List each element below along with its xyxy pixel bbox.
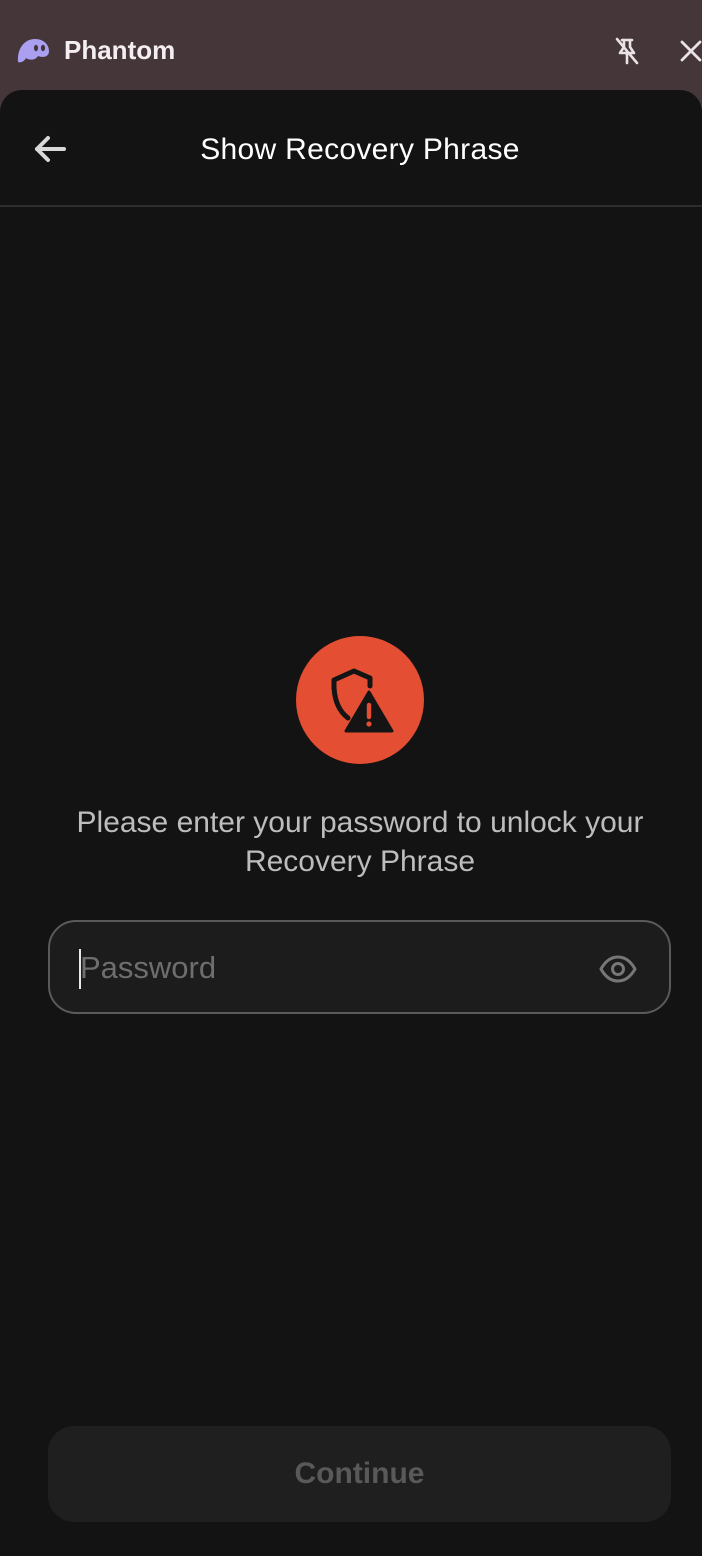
app-title: Phantom [64, 35, 176, 65]
shield-alert-icon [331, 668, 394, 733]
continue-button[interactable]: Continue [48, 1426, 671, 1522]
warning-badge [296, 636, 424, 764]
close-icon[interactable] [676, 36, 702, 66]
pin-off-icon[interactable] [610, 34, 644, 68]
popup-panel: Show Recovery Phrase Please enter your p… [0, 90, 702, 1556]
eye-icon[interactable] [598, 949, 638, 989]
password-field[interactable] [48, 920, 671, 1014]
phantom-ghost-icon [17, 39, 49, 63]
page-title: Show Recovery Phrase [200, 133, 520, 166]
window-titlebar: Phantom [0, 0, 702, 100]
unlock-prompt: Please enter your password to unlock you… [76, 806, 644, 878]
page-header: Show Recovery Phrase [0, 90, 702, 207]
password-input[interactable] [78, 940, 578, 996]
text-caret [79, 949, 81, 989]
